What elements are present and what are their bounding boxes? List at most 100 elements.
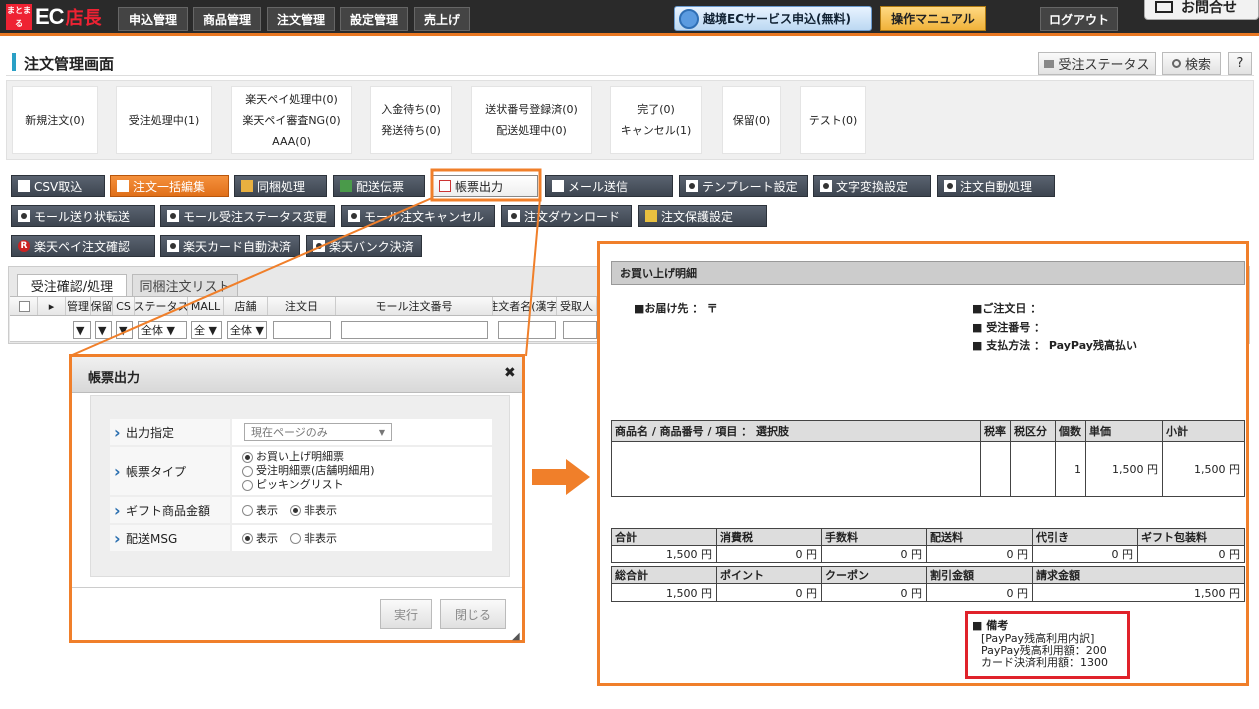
tab-order-confirm[interactable]: 受注確認/処理	[17, 274, 127, 296]
status-tile-rakutenpay[interactable]: 楽天ペイ処理中(0) 楽天ペイ審査NG(0) AAA(0)	[231, 86, 352, 154]
csv-import-button[interactable]: CSV取込	[11, 175, 105, 197]
bundle-button[interactable]: 同梱処理	[234, 175, 327, 197]
msg-option-hide[interactable]: 非表示	[290, 530, 337, 546]
manual-button[interactable]: 操作マニュアル	[880, 6, 986, 31]
grid-header-status[interactable]: ステータス	[135, 297, 188, 315]
grid-header-cs[interactable]: CS	[113, 297, 135, 315]
gift-option-hide[interactable]: 非表示	[290, 502, 337, 518]
grid-header-mall[interactable]: MALL	[188, 297, 224, 315]
button-label: モール送り状転送	[34, 209, 131, 224]
order-status-label: 受注ステータス	[1058, 58, 1150, 73]
grid-header-manage[interactable]: 管理	[66, 297, 91, 315]
deliver-to: ■お届け先 ： 〒	[634, 300, 718, 316]
help-button[interactable]: ?	[1228, 52, 1252, 75]
order-download-button[interactable]: 注文ダウンロード	[501, 205, 632, 227]
bulk-edit-button[interactable]: 注文一括編集	[110, 175, 229, 197]
status-tile-new[interactable]: 新規注文(0)	[12, 86, 98, 154]
auto-process-button[interactable]: 注文自動処理	[937, 175, 1055, 197]
send-mail-button[interactable]: メール送信	[545, 175, 673, 197]
filter-order-date[interactable]	[273, 321, 331, 339]
status-tile-hold[interactable]: 保留(0)	[722, 86, 781, 154]
filter-mall[interactable]: 全 ▼	[191, 321, 222, 339]
filter-recipient[interactable]	[563, 321, 597, 339]
output-select-cell: 現在ページのみ ▼	[232, 419, 492, 445]
grid-checkbox-all[interactable]	[12, 297, 38, 315]
totals-value-points: 0 円	[716, 583, 822, 602]
rakuten-card-auto-button[interactable]: 楽天カード自動決済	[160, 235, 300, 257]
template-settings-button[interactable]: テンプレート設定	[679, 175, 808, 197]
gift-option-show[interactable]: 表示	[242, 502, 278, 518]
status-tile-payment-wait[interactable]: 入金待ち(0) 発送待ち(0)	[370, 86, 452, 154]
close-button[interactable]: 閉じる	[440, 599, 506, 629]
payment-method: ■ 支払方法 ： PayPay残高払い	[972, 337, 1137, 353]
items-header-subtotal: 小計	[1162, 420, 1245, 442]
status-tile-test[interactable]: テスト(0)	[800, 86, 866, 154]
status-label: 楽天ペイ処理中(0)	[245, 92, 338, 106]
grid-header-hold[interactable]: 保留	[91, 297, 113, 315]
option-label: 表示	[256, 504, 278, 517]
gear-icon	[167, 240, 179, 252]
char-convert-button[interactable]: 文字変換設定	[813, 175, 931, 197]
rakuten-bank-button[interactable]: 楽天バンク決済	[306, 235, 422, 257]
msg-label: 配送MSG	[110, 525, 230, 551]
tab-bundle-list[interactable]: 同梱注文リスト	[132, 274, 238, 296]
nav-sales[interactable]: 売上げ	[414, 7, 470, 31]
order-number: ■ 受注番号 ：	[972, 321, 1046, 334]
rakuten-icon: R	[18, 240, 30, 252]
chevron-down-icon: ▼	[378, 427, 385, 437]
filter-hold[interactable]: ▼	[95, 321, 112, 339]
status-tile-processing[interactable]: 受注処理中(1)	[116, 86, 212, 154]
totals-value-sum: 1,500 円	[611, 545, 717, 563]
run-button[interactable]: 実行	[380, 599, 432, 629]
nav-apply[interactable]: 申込管理	[118, 7, 188, 31]
search-button[interactable]: 検索	[1162, 52, 1221, 75]
status-tile-complete[interactable]: 完了(0) キャンセル(1)	[610, 86, 702, 154]
button-label: 楽天ペイ注文確認	[34, 239, 131, 254]
grid-header-mall-order-no[interactable]: モール注文番号	[336, 297, 493, 315]
totals-value-grand: 1,500 円	[611, 583, 717, 602]
rakutenpay-confirm-button[interactable]: R 楽天ペイ注文確認	[11, 235, 155, 257]
grid-header-orderer[interactable]: 注文者名(漢字)	[493, 297, 557, 315]
type-option-picking[interactable]: ピッキングリスト	[242, 478, 344, 492]
mall-cancel-button[interactable]: モール注文キャンセル	[341, 205, 495, 227]
option-label: お買い上げ明細票	[256, 450, 344, 463]
radio-icon	[242, 504, 253, 516]
logout-button[interactable]: ログアウト	[1040, 7, 1118, 31]
resize-handle-icon[interactable]: ◢	[512, 631, 520, 642]
gear-icon	[18, 210, 30, 222]
filter-mall-order-no[interactable]	[341, 321, 488, 339]
contact-button[interactable]: お問合せ	[1144, 0, 1259, 20]
output-select[interactable]: 現在ページのみ ▼	[244, 423, 392, 441]
filter-store[interactable]: 全体 ▼	[227, 321, 267, 339]
payment-label: ■ 支払方法 ：	[972, 339, 1046, 352]
grid-header-order-date[interactable]: 注文日	[268, 297, 336, 315]
close-icon[interactable]: ✖	[504, 365, 516, 381]
shipping-slip-button[interactable]: 配送伝票	[333, 175, 425, 197]
nav-products[interactable]: 商品管理	[193, 7, 261, 31]
nav-settings[interactable]: 設定管理	[340, 7, 408, 31]
type-option-receipt[interactable]: お買い上げ明細票	[242, 450, 344, 464]
radio-icon	[242, 465, 253, 477]
status-tile-shipping[interactable]: 送状番号登録済(0) 配送処理中(0)	[471, 86, 592, 154]
logo[interactable]: まとまる EC 店長	[6, 2, 102, 32]
note-title: ■ 備考	[972, 619, 1009, 632]
grid-header-store[interactable]: 店舗	[224, 297, 268, 315]
nav-orders[interactable]: 注文管理	[267, 7, 335, 31]
item-qty: 1	[1055, 441, 1086, 497]
pdf-icon	[439, 180, 451, 192]
grid-header-recipient[interactable]: 受取人	[557, 297, 597, 315]
filter-cs[interactable]: ▼	[116, 321, 133, 339]
cross-border-button[interactable]: 越境ECサービス申込(無料)	[674, 6, 872, 31]
report-output-button[interactable]: 帳票出力	[432, 175, 538, 197]
filter-status[interactable]: 全体 ▼	[138, 321, 187, 339]
filter-orderer[interactable]	[498, 321, 556, 339]
type-option-order-detail[interactable]: 受注明細票(店舗明細用)	[242, 464, 375, 478]
order-protect-button[interactable]: 注文保護設定	[638, 205, 767, 227]
totals-header-tax: 消費税	[716, 528, 822, 546]
mall-status-change-button[interactable]: モール受注ステータス変更	[160, 205, 335, 227]
order-status-button[interactable]: 受注ステータス	[1038, 52, 1156, 75]
msg-option-show[interactable]: 表示	[242, 530, 278, 546]
output-label: 出力指定	[110, 419, 230, 445]
mall-slip-transfer-button[interactable]: モール送り状転送	[11, 205, 155, 227]
filter-manage[interactable]: ▼	[73, 321, 91, 339]
